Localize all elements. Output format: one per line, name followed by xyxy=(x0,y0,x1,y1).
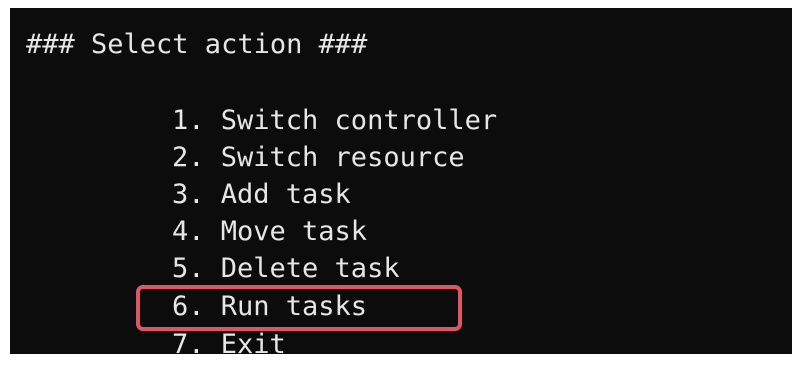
terminal-window: ### Select action ### 1. Switch controll… xyxy=(10,8,792,362)
screenshot-bottom-border xyxy=(0,354,792,370)
menu-item-switch-controller[interactable]: 1. Switch controller xyxy=(172,102,497,139)
menu-item-add-task[interactable]: 3. Add task xyxy=(172,176,351,213)
menu-item-delete-task[interactable]: 5. Delete task xyxy=(172,250,400,287)
menu-item-move-task[interactable]: 4. Move task xyxy=(172,213,367,250)
menu-item-run-tasks[interactable]: 6. Run tasks xyxy=(172,288,367,325)
menu-heading: ### Select action ### xyxy=(26,29,368,60)
menu-item-switch-resource[interactable]: 2. Switch resource xyxy=(172,139,465,176)
